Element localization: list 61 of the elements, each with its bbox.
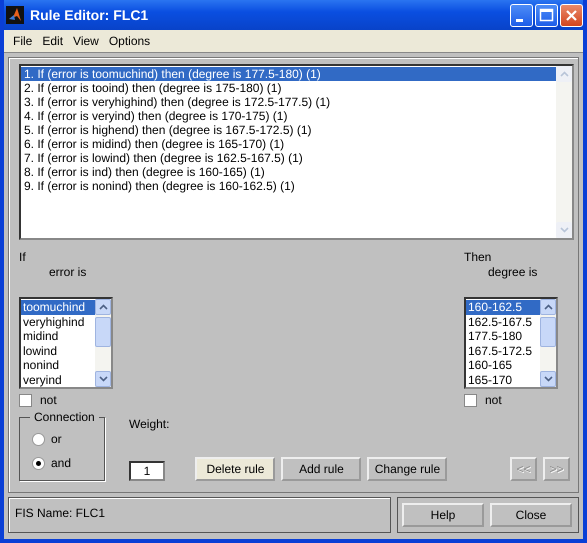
footer-button[interactable]: Close: [490, 503, 572, 527]
maximize-button[interactable]: [535, 4, 558, 26]
membership-list[interactable]: 160-162.5 162.5-167.5 177.5-180 167.5-172.5 160-165 165-170: [464, 297, 558, 389]
menu-item[interactable]: Options: [106, 34, 158, 48]
scroll-down-icon[interactable]: [540, 371, 556, 387]
scroll-down-icon[interactable]: [95, 371, 111, 387]
variable-label: error is: [48, 264, 88, 280]
scroll-thumb[interactable]: [540, 317, 556, 347]
list-item[interactable]: 162.5-167.5: [466, 314, 540, 329]
not-checkbox[interactable]: [464, 394, 477, 406]
section-label: If: [19, 250, 27, 264]
rule-button[interactable]: Add rule: [281, 457, 362, 481]
weight-label: Weight:: [129, 417, 170, 431]
scroll-up-icon[interactable]: [540, 299, 556, 315]
radio-button[interactable]: [32, 432, 45, 446]
list-item[interactable]: nonind: [21, 358, 95, 372]
list-item[interactable]: veryhighind: [21, 314, 95, 329]
status-text: FIS Name: FLC1: [15, 506, 106, 520]
list-item[interactable]: 160-165: [466, 358, 540, 372]
rule-item[interactable]: 8. If (error is ind) then (degree is 160-165) (1): [21, 165, 556, 179]
radio-button[interactable]: [32, 456, 45, 470]
list-item[interactable]: 177.5-180: [466, 329, 540, 344]
variable-label: degree is: [487, 264, 538, 280]
rule-button[interactable]: Delete rule: [195, 457, 276, 481]
rule-item[interactable]: 3. If (error is veryhighind) then (degree is 172.5-177.5) (1): [21, 95, 556, 109]
rule-item[interactable]: 6. If (error is midind) then (degree is 165-170) (1): [21, 137, 556, 151]
rule-item[interactable]: 4. If (error is veryind) then (degree is 170-175) (1): [21, 109, 556, 123]
weight-field[interactable]: 1: [129, 461, 165, 481]
scroll-thumb[interactable]: [95, 317, 111, 347]
radio-label: and: [51, 456, 72, 470]
menu-item[interactable]: View: [70, 34, 106, 48]
list-item[interactable]: 167.5-172.5: [466, 344, 540, 358]
rule-item[interactable]: 5. If (error is highend) then (degree is 167.5-172.5) (1): [21, 123, 556, 137]
list-item[interactable]: 165-170: [466, 372, 540, 387]
minimize-icon: [516, 18, 522, 22]
rule-item[interactable]: 1. If (error is toomuchind) then (degree is 177.5-180) (1): [21, 67, 556, 81]
app-logo-icon: [6, 6, 24, 24]
rule-item[interactable]: 7. If (error is lowind) then (degree is 162.5-167.5) (1): [21, 151, 556, 165]
group-title: Connection: [30, 410, 99, 424]
rule-item[interactable]: 2. If (error is tooind) then (degree is 175-180) (1): [21, 81, 556, 95]
rule-item[interactable]: 9. If (error is nonind) then (degree is 160-162.5) (1): [21, 179, 556, 193]
footer-button[interactable]: Help: [402, 503, 484, 527]
checkbox-label: not: [485, 393, 502, 407]
scroll-up-icon[interactable]: [95, 299, 111, 315]
list-item[interactable]: toomuchind: [21, 300, 95, 314]
radio-label: or: [51, 432, 62, 446]
rule-button[interactable]: Change rule: [367, 457, 448, 481]
not-checkbox[interactable]: [19, 394, 32, 406]
menu-item[interactable]: Edit: [39, 34, 70, 48]
close-button[interactable]: [560, 4, 583, 26]
list-item[interactable]: 160-162.5: [466, 300, 540, 314]
list-item[interactable]: veryind: [21, 372, 95, 387]
membership-list[interactable]: toomuchind veryhighind midind lowind nonind veryind: [19, 297, 113, 389]
section-label: Then: [464, 250, 492, 264]
checkbox-label: not: [40, 393, 57, 407]
menu-item[interactable]: File: [10, 34, 40, 48]
minimize-button[interactable]: [510, 4, 533, 26]
rule-list[interactable]: [19, 64, 574, 240]
list-item[interactable]: midind: [21, 329, 95, 344]
window-title: Rule Editor: FLC1: [30, 7, 150, 23]
list-item[interactable]: lowind: [21, 344, 95, 358]
